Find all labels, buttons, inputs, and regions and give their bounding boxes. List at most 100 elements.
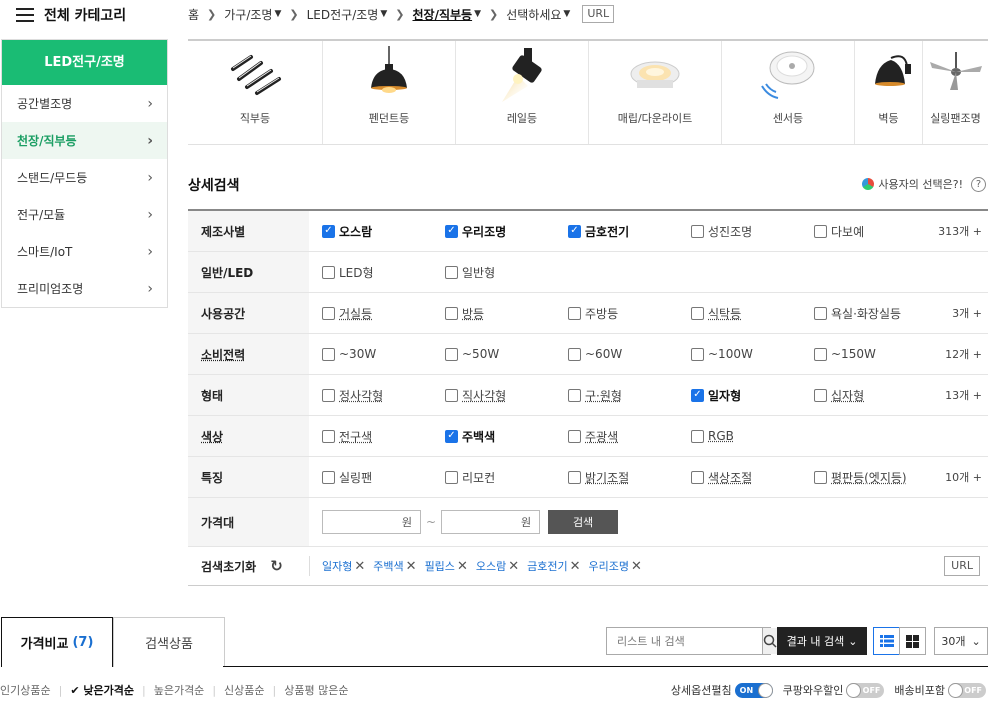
checkbox-icon[interactable]: [322, 470, 335, 484]
help-icon[interactable]: ?: [971, 176, 986, 192]
reset-button[interactable]: 검색초기화 ↻: [188, 557, 309, 575]
selected-chip[interactable]: 우리조명 ✕: [589, 558, 642, 574]
url-button[interactable]: URL: [944, 556, 980, 576]
checkbox-checked-icon[interactable]: ✓: [445, 224, 458, 238]
sidebar-item[interactable]: 스탠드/무드등 ›: [2, 159, 167, 196]
breadcrumb-current[interactable]: 천장/직부등: [412, 6, 472, 23]
subcategory-item[interactable]: 레일등: [456, 41, 589, 144]
checkbox-icon[interactable]: [322, 429, 335, 443]
selected-chip[interactable]: 주백색 ✕: [373, 558, 416, 574]
filter-option[interactable]: 리모컨: [445, 469, 568, 486]
filter-option[interactable]: ✓ 일자형: [691, 387, 814, 404]
filter-option[interactable]: ~150W: [814, 347, 937, 361]
filter-option[interactable]: 성진조명: [691, 223, 814, 240]
filter-option[interactable]: 욕실·화장실등: [814, 305, 937, 322]
grid-view-icon[interactable]: [899, 627, 926, 655]
list-search-input[interactable]: [607, 628, 762, 654]
sidebar-item-active[interactable]: 천장/직부등 ›: [2, 122, 167, 159]
filter-option[interactable]: ~50W: [445, 347, 568, 361]
user-choice-link[interactable]: 사용자의 선택은?! ?: [862, 176, 986, 192]
sidebar-item[interactable]: 공간별조명 ›: [2, 85, 167, 122]
filter-option[interactable]: 거실등: [322, 305, 445, 322]
filter-option[interactable]: 정사각형: [322, 387, 445, 404]
checkbox-icon[interactable]: [691, 470, 704, 484]
checkbox-icon[interactable]: [445, 470, 458, 484]
checkbox-icon[interactable]: [814, 224, 827, 238]
checkbox-icon[interactable]: [568, 470, 581, 484]
filter-option[interactable]: ✓ 주백색: [445, 428, 568, 445]
menu-icon[interactable]: [16, 8, 34, 22]
checkbox-icon[interactable]: [814, 388, 827, 402]
sort-reviews[interactable]: 상품평 많은순: [284, 682, 348, 698]
checkbox-icon[interactable]: [322, 306, 335, 320]
search-icon[interactable]: [762, 628, 777, 654]
close-icon[interactable]: ✕: [406, 559, 417, 574]
caret-down-icon[interactable]: ▼: [563, 9, 570, 19]
filter-option[interactable]: 일반형: [445, 264, 568, 281]
checkbox-icon[interactable]: [568, 388, 581, 402]
checkbox-icon[interactable]: [814, 306, 827, 320]
filter-option[interactable]: 실링팬: [322, 469, 445, 486]
filter-option[interactable]: 평판등(엣지등): [814, 469, 937, 486]
all-categories-label[interactable]: 전체 카테고리: [44, 5, 126, 25]
checkbox-icon[interactable]: [322, 388, 335, 402]
checkbox-icon[interactable]: [691, 429, 704, 443]
checkbox-icon[interactable]: [691, 224, 704, 238]
checkbox-icon[interactable]: [568, 429, 581, 443]
more-options-button[interactable]: 10개 +: [945, 469, 982, 485]
checkbox-checked-icon[interactable]: ✓: [445, 429, 458, 443]
sidebar-item[interactable]: 스마트/IoT ›: [2, 233, 167, 270]
subcategory-item[interactable]: 펜던트등: [323, 41, 456, 144]
close-icon[interactable]: ✕: [631, 559, 642, 574]
filter-option[interactable]: ✓ 오스람: [322, 223, 445, 240]
selected-chip[interactable]: 필립스 ✕: [425, 558, 468, 574]
breadcrumb-home[interactable]: 홈: [188, 6, 199, 23]
list-view-icon[interactable]: [873, 627, 900, 655]
filter-option[interactable]: 다보예: [814, 223, 937, 240]
checkbox-icon[interactable]: [568, 347, 581, 361]
subcategory-item[interactable]: 센서등: [722, 41, 855, 144]
sidebar-item[interactable]: 프리미엄조명 ›: [2, 270, 167, 307]
per-page-select[interactable]: 30개 ⌄: [934, 627, 988, 655]
toggle-switch-off[interactable]: OFF: [948, 682, 986, 698]
filter-option[interactable]: 방등: [445, 305, 568, 322]
filter-option[interactable]: ~100W: [691, 347, 814, 361]
subcategory-item[interactable]: 실링팬조명: [923, 41, 988, 144]
checkbox-icon[interactable]: [322, 265, 335, 279]
toggle-shipping[interactable]: 배송비포함 OFF: [894, 682, 986, 698]
sort-popular[interactable]: 인기상품순: [0, 682, 51, 698]
filter-option[interactable]: ✓ 금호전기: [568, 223, 691, 240]
price-min-input[interactable]: 원: [322, 510, 421, 534]
sidebar-title[interactable]: LED전구/조명: [2, 40, 167, 85]
checkbox-icon[interactable]: [814, 470, 827, 484]
close-icon[interactable]: ✕: [354, 559, 365, 574]
selected-chip[interactable]: 오스람 ✕: [476, 558, 519, 574]
more-options-button[interactable]: 13개 +: [945, 387, 982, 403]
subcategory-item[interactable]: 벽등: [855, 41, 923, 144]
more-options-button[interactable]: 313개 +: [938, 223, 982, 239]
checkbox-icon[interactable]: [445, 306, 458, 320]
sort-low-price[interactable]: ✔ 낮은가격순: [70, 682, 134, 698]
checkbox-icon[interactable]: [691, 347, 704, 361]
checkbox-icon[interactable]: [445, 265, 458, 279]
breadcrumb-select[interactable]: 선택하세요: [506, 6, 561, 23]
filter-option[interactable]: 구·원형: [568, 387, 691, 404]
subcategory-item[interactable]: 매립/다운라이트: [589, 41, 722, 144]
checkbox-icon[interactable]: [322, 347, 335, 361]
filter-option[interactable]: ~60W: [568, 347, 691, 361]
filter-option[interactable]: RGB: [691, 429, 814, 443]
filter-option[interactable]: 식탁등: [691, 305, 814, 322]
checkbox-icon[interactable]: [568, 306, 581, 320]
filter-option[interactable]: 주방등: [568, 305, 691, 322]
filter-option[interactable]: 밝기조절: [568, 469, 691, 486]
subcategory-item[interactable]: 직부등: [188, 41, 323, 144]
close-icon[interactable]: ✕: [457, 559, 468, 574]
caret-down-icon[interactable]: ▼: [474, 9, 481, 19]
filter-option[interactable]: 색상조절: [691, 469, 814, 486]
toggle-wow-discount[interactable]: 쿠팡와우할인 OFF: [783, 682, 885, 698]
selected-chip[interactable]: 금호전기 ✕: [527, 558, 580, 574]
filter-option[interactable]: 전구색: [322, 428, 445, 445]
checkbox-checked-icon[interactable]: ✓: [322, 224, 335, 238]
selected-chip[interactable]: 일자형 ✕: [322, 558, 365, 574]
filter-option[interactable]: ~30W: [322, 347, 445, 361]
